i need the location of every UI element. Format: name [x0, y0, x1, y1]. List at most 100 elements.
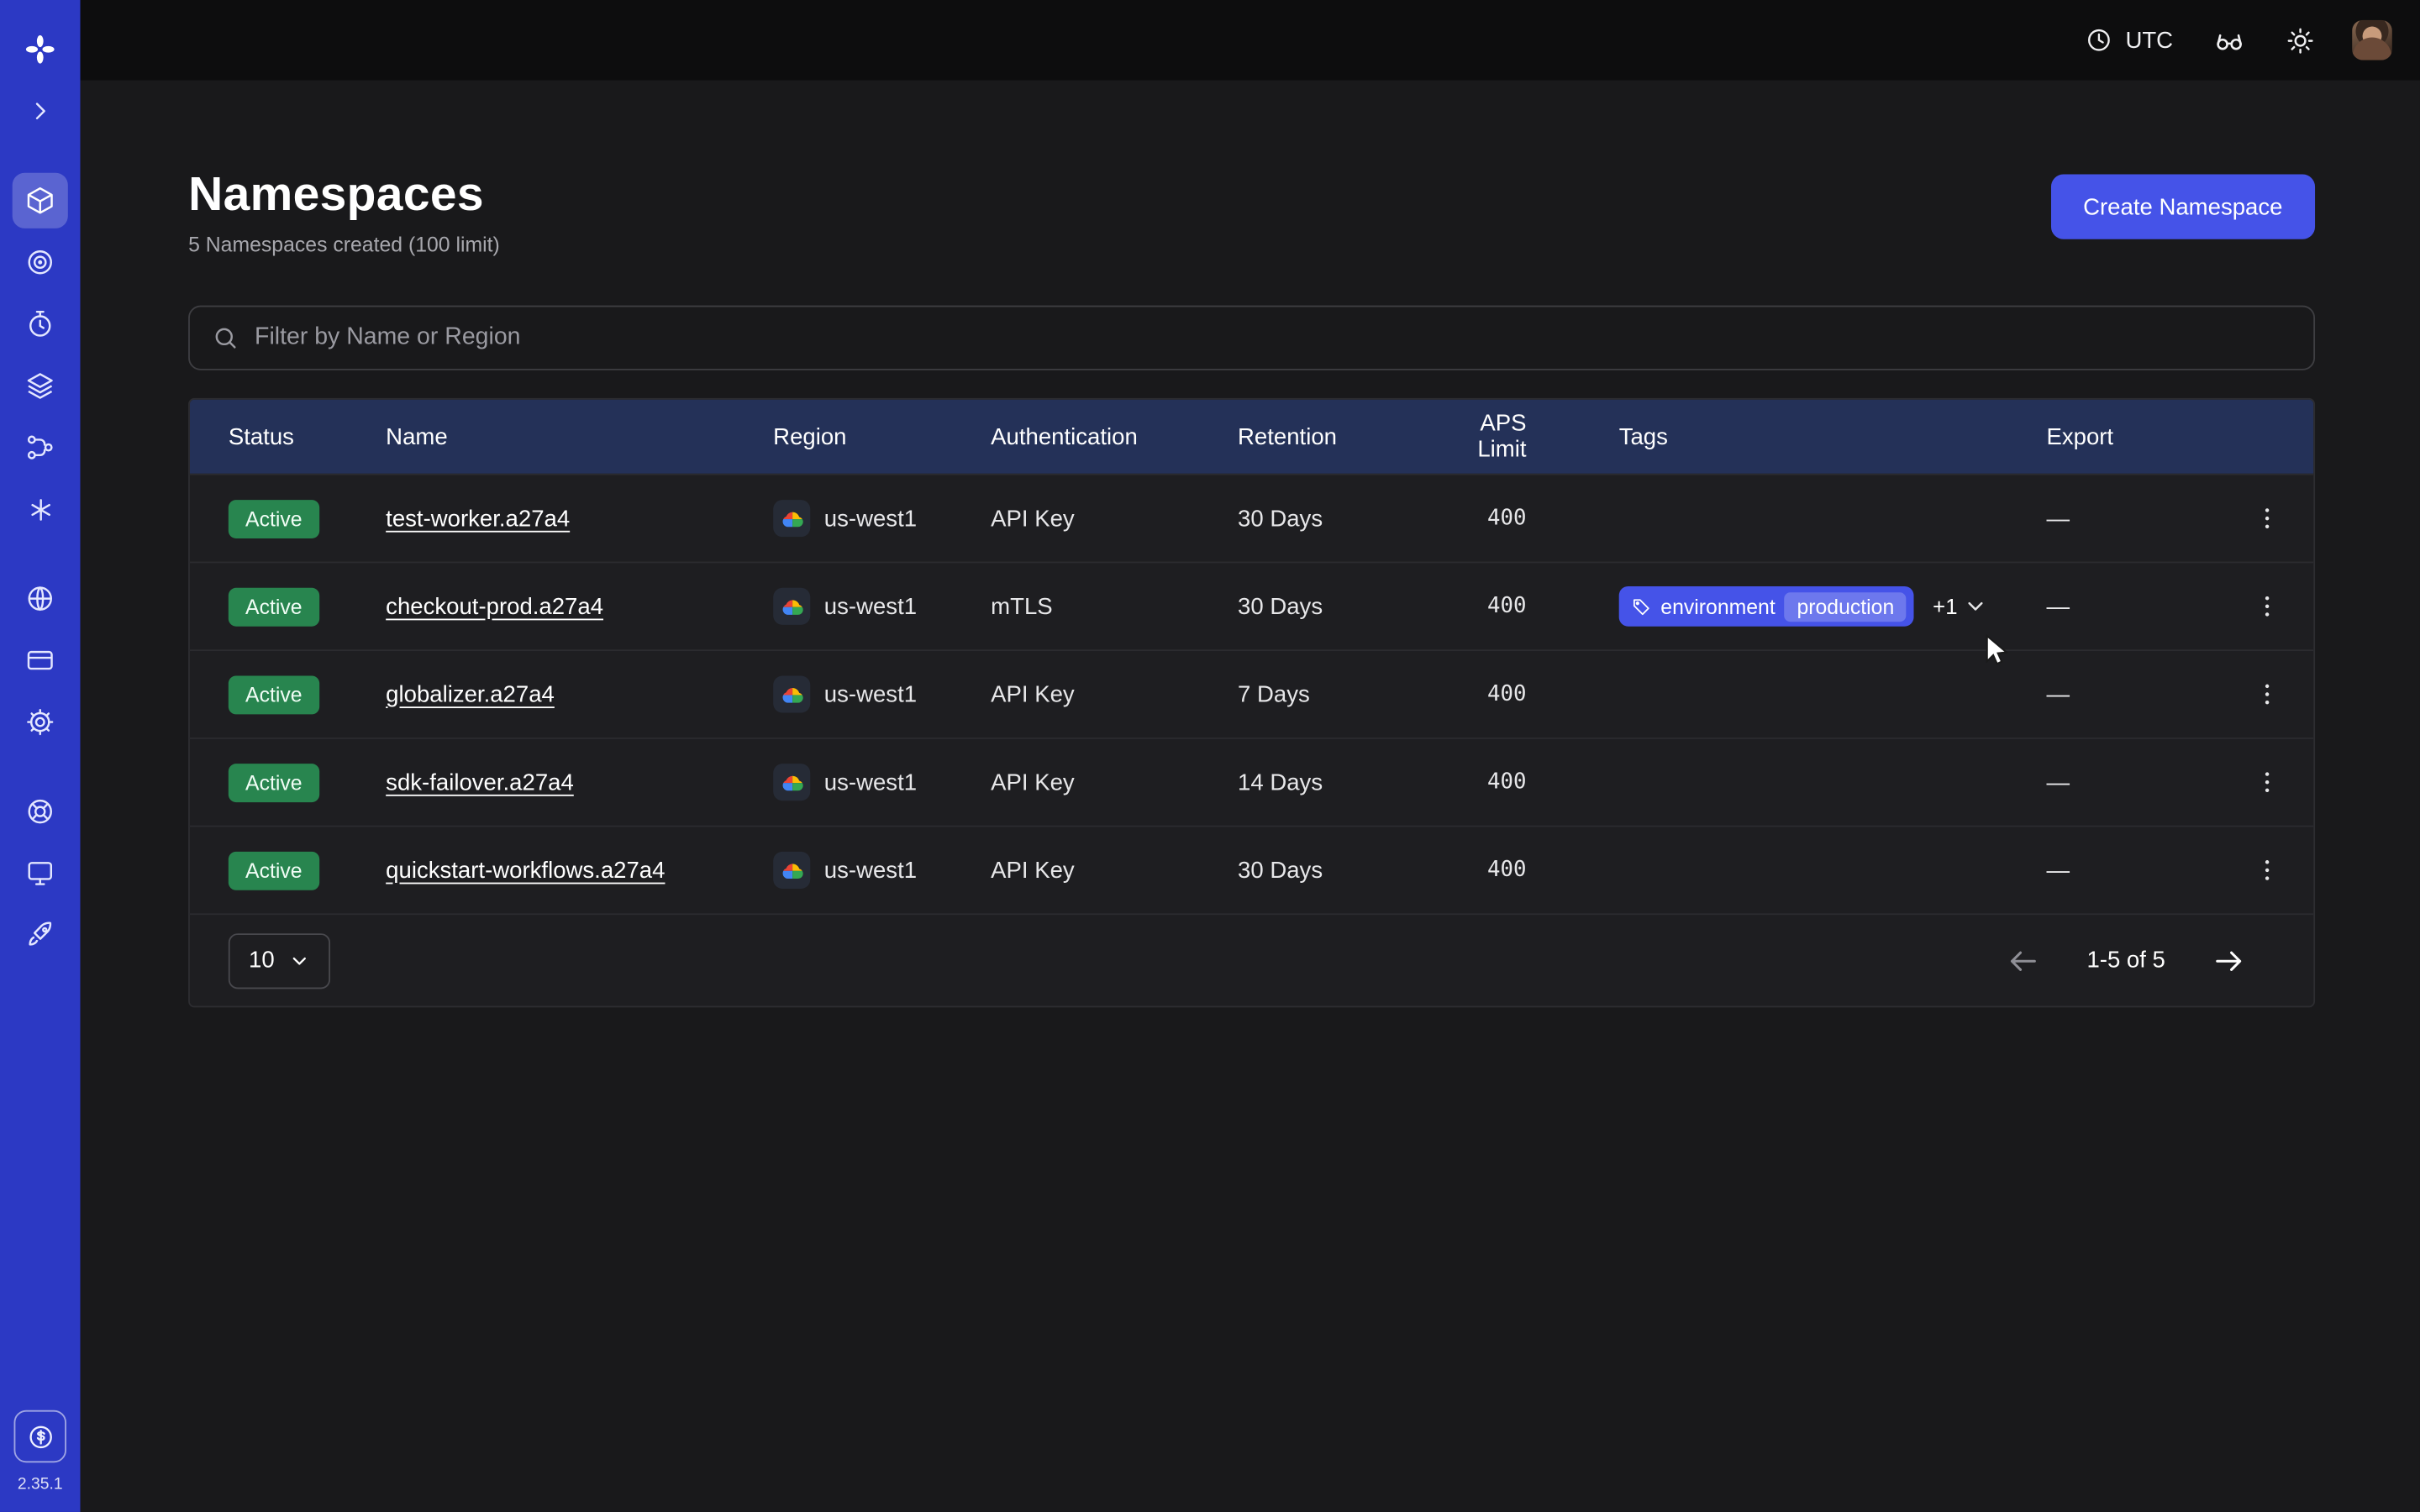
page-size-value: 10 — [249, 948, 275, 974]
row-menu-button[interactable] — [2244, 583, 2291, 629]
namespace-link[interactable]: checkout-prod.a27a4 — [386, 593, 603, 619]
labs-button[interactable] — [2197, 14, 2260, 66]
sidebar-item-schedules[interactable] — [13, 297, 68, 352]
column-header-tags: Tags — [1536, 423, 2047, 449]
export-value: — — [2046, 857, 2216, 883]
namespace-link[interactable]: globalizer.a27a4 — [386, 681, 555, 707]
gcp-cloud-icon — [773, 675, 810, 712]
tag-chip[interactable]: environment production — [1619, 586, 1914, 627]
sidebar-item-support[interactable] — [13, 784, 68, 839]
gcp-cloud-icon — [773, 588, 810, 625]
chevron-down-icon — [1964, 594, 1988, 618]
aps-limit: 400 — [1431, 858, 1536, 882]
kebab-icon — [2254, 769, 2281, 796]
clock-icon — [2086, 26, 2113, 54]
timezone-button[interactable]: UTC — [2070, 17, 2188, 63]
sidebar-item-getting-started[interactable] — [13, 907, 68, 963]
auth-method: mTLS — [991, 593, 1238, 619]
filter-input[interactable] — [255, 324, 2291, 352]
kebab-icon — [2254, 856, 2281, 884]
chevron-down-icon — [288, 949, 310, 971]
chevron-right-icon — [28, 99, 52, 123]
next-page-button[interactable] — [2206, 937, 2252, 984]
sidebar-collapse-toggle[interactable] — [13, 83, 68, 139]
user-avatar[interactable] — [2352, 20, 2392, 60]
gcp-cloud-icon — [773, 500, 810, 537]
status-badge: Active — [229, 763, 319, 801]
region-label: us-west1 — [824, 593, 917, 619]
status-badge: Active — [229, 675, 319, 714]
sidebar-item-workflows[interactable] — [13, 420, 68, 475]
row-menu-button[interactable] — [2244, 847, 2291, 893]
sidebar-item-nexus[interactable] — [13, 234, 68, 290]
auth-method: API Key — [991, 769, 1238, 795]
aps-limit: 400 — [1431, 594, 1536, 618]
aps-limit: 400 — [1431, 506, 1536, 530]
row-menu-button[interactable] — [2244, 759, 2291, 806]
arrow-right-icon — [2212, 943, 2245, 977]
region-label: us-west1 — [824, 681, 917, 707]
sidebar-item-docs[interactable] — [13, 846, 68, 901]
namespace-link[interactable]: test-worker.a27a4 — [386, 506, 570, 532]
kebab-icon — [2254, 680, 2281, 708]
auth-method: API Key — [991, 681, 1238, 707]
asterisk-icon — [25, 495, 55, 524]
column-header-aps-limit: APS Limit — [1431, 411, 1536, 463]
tags-cell: environment production +1 — [1536, 586, 2047, 627]
region-label: us-west1 — [824, 769, 917, 795]
auth-method: API Key — [991, 857, 1238, 883]
sidebar-item-settings[interactable] — [13, 695, 68, 750]
table-footer: 10 1-5 of 5 — [190, 913, 2313, 1005]
row-menu-button[interactable] — [2244, 671, 2291, 717]
filter-bar — [188, 306, 2315, 370]
table-row: Active test-worker.a27a4 us-west1 API Ke… — [190, 474, 2313, 562]
column-header-authentication: Authentication — [991, 423, 1238, 449]
billing-card-icon — [24, 645, 55, 676]
sidebar-item-batch[interactable] — [13, 481, 68, 537]
layers-icon — [24, 370, 55, 402]
sidebar-item-namespaces[interactable] — [13, 173, 68, 228]
sidebar-item-regions[interactable] — [13, 571, 68, 627]
sidebar-item-billing[interactable] — [13, 633, 68, 688]
gcp-cloud-icon — [773, 764, 810, 801]
namespaces-cube-icon — [24, 185, 55, 216]
aps-limit: 400 — [1431, 770, 1536, 795]
column-header-name: Name — [386, 423, 773, 449]
column-header-retention: Retention — [1238, 423, 1431, 449]
usage-button[interactable] — [14, 1410, 66, 1462]
app-version: 2.35.1 — [18, 1475, 63, 1494]
status-badge: Active — [229, 851, 319, 890]
settings-gear-icon — [24, 706, 55, 738]
search-icon — [212, 324, 239, 352]
glasses-icon — [2213, 24, 2246, 56]
tag-value: production — [1785, 591, 1907, 621]
sidebar-item-deployments[interactable] — [13, 358, 68, 413]
table-row: Active checkout-prod.a27a4 us-west1 mTLS… — [190, 562, 2313, 650]
page-size-select[interactable]: 10 — [229, 932, 330, 988]
row-menu-button[interactable] — [2244, 496, 2291, 542]
theme-toggle-button[interactable] — [2270, 16, 2331, 64]
page-title-block: Namespaces 5 Namespaces created (100 lim… — [188, 166, 500, 256]
page-content: Namespaces 5 Namespaces created (100 lim… — [81, 81, 2420, 1512]
tag-expand-button[interactable] — [1964, 594, 1988, 618]
kebab-icon — [2254, 505, 2281, 533]
retention: 14 Days — [1238, 769, 1431, 795]
status-badge: Active — [229, 499, 319, 538]
export-value: — — [2046, 506, 2216, 532]
timer-icon — [24, 308, 55, 339]
tag-more-count: +1 — [1933, 594, 1957, 618]
export-value: — — [2046, 681, 2216, 707]
namespace-link[interactable]: quickstart-workflows.a27a4 — [386, 857, 665, 883]
page-header: Namespaces 5 Namespaces created (100 lim… — [188, 166, 2315, 256]
namespace-link[interactable]: sdk-failover.a27a4 — [386, 769, 574, 795]
export-value: — — [2046, 769, 2216, 795]
monitor-icon — [24, 858, 55, 889]
target-icon — [24, 247, 55, 278]
create-namespace-button[interactable]: Create Namespace — [2051, 175, 2316, 239]
pagination: 1-5 of 5 — [2001, 937, 2252, 984]
previous-page-button[interactable] — [2001, 937, 2047, 984]
app-root: 2.35.1 UTC — [0, 0, 2420, 1512]
timezone-label: UTC — [2125, 27, 2173, 53]
region-label: us-west1 — [824, 857, 917, 883]
logo-propeller-icon — [24, 33, 57, 66]
